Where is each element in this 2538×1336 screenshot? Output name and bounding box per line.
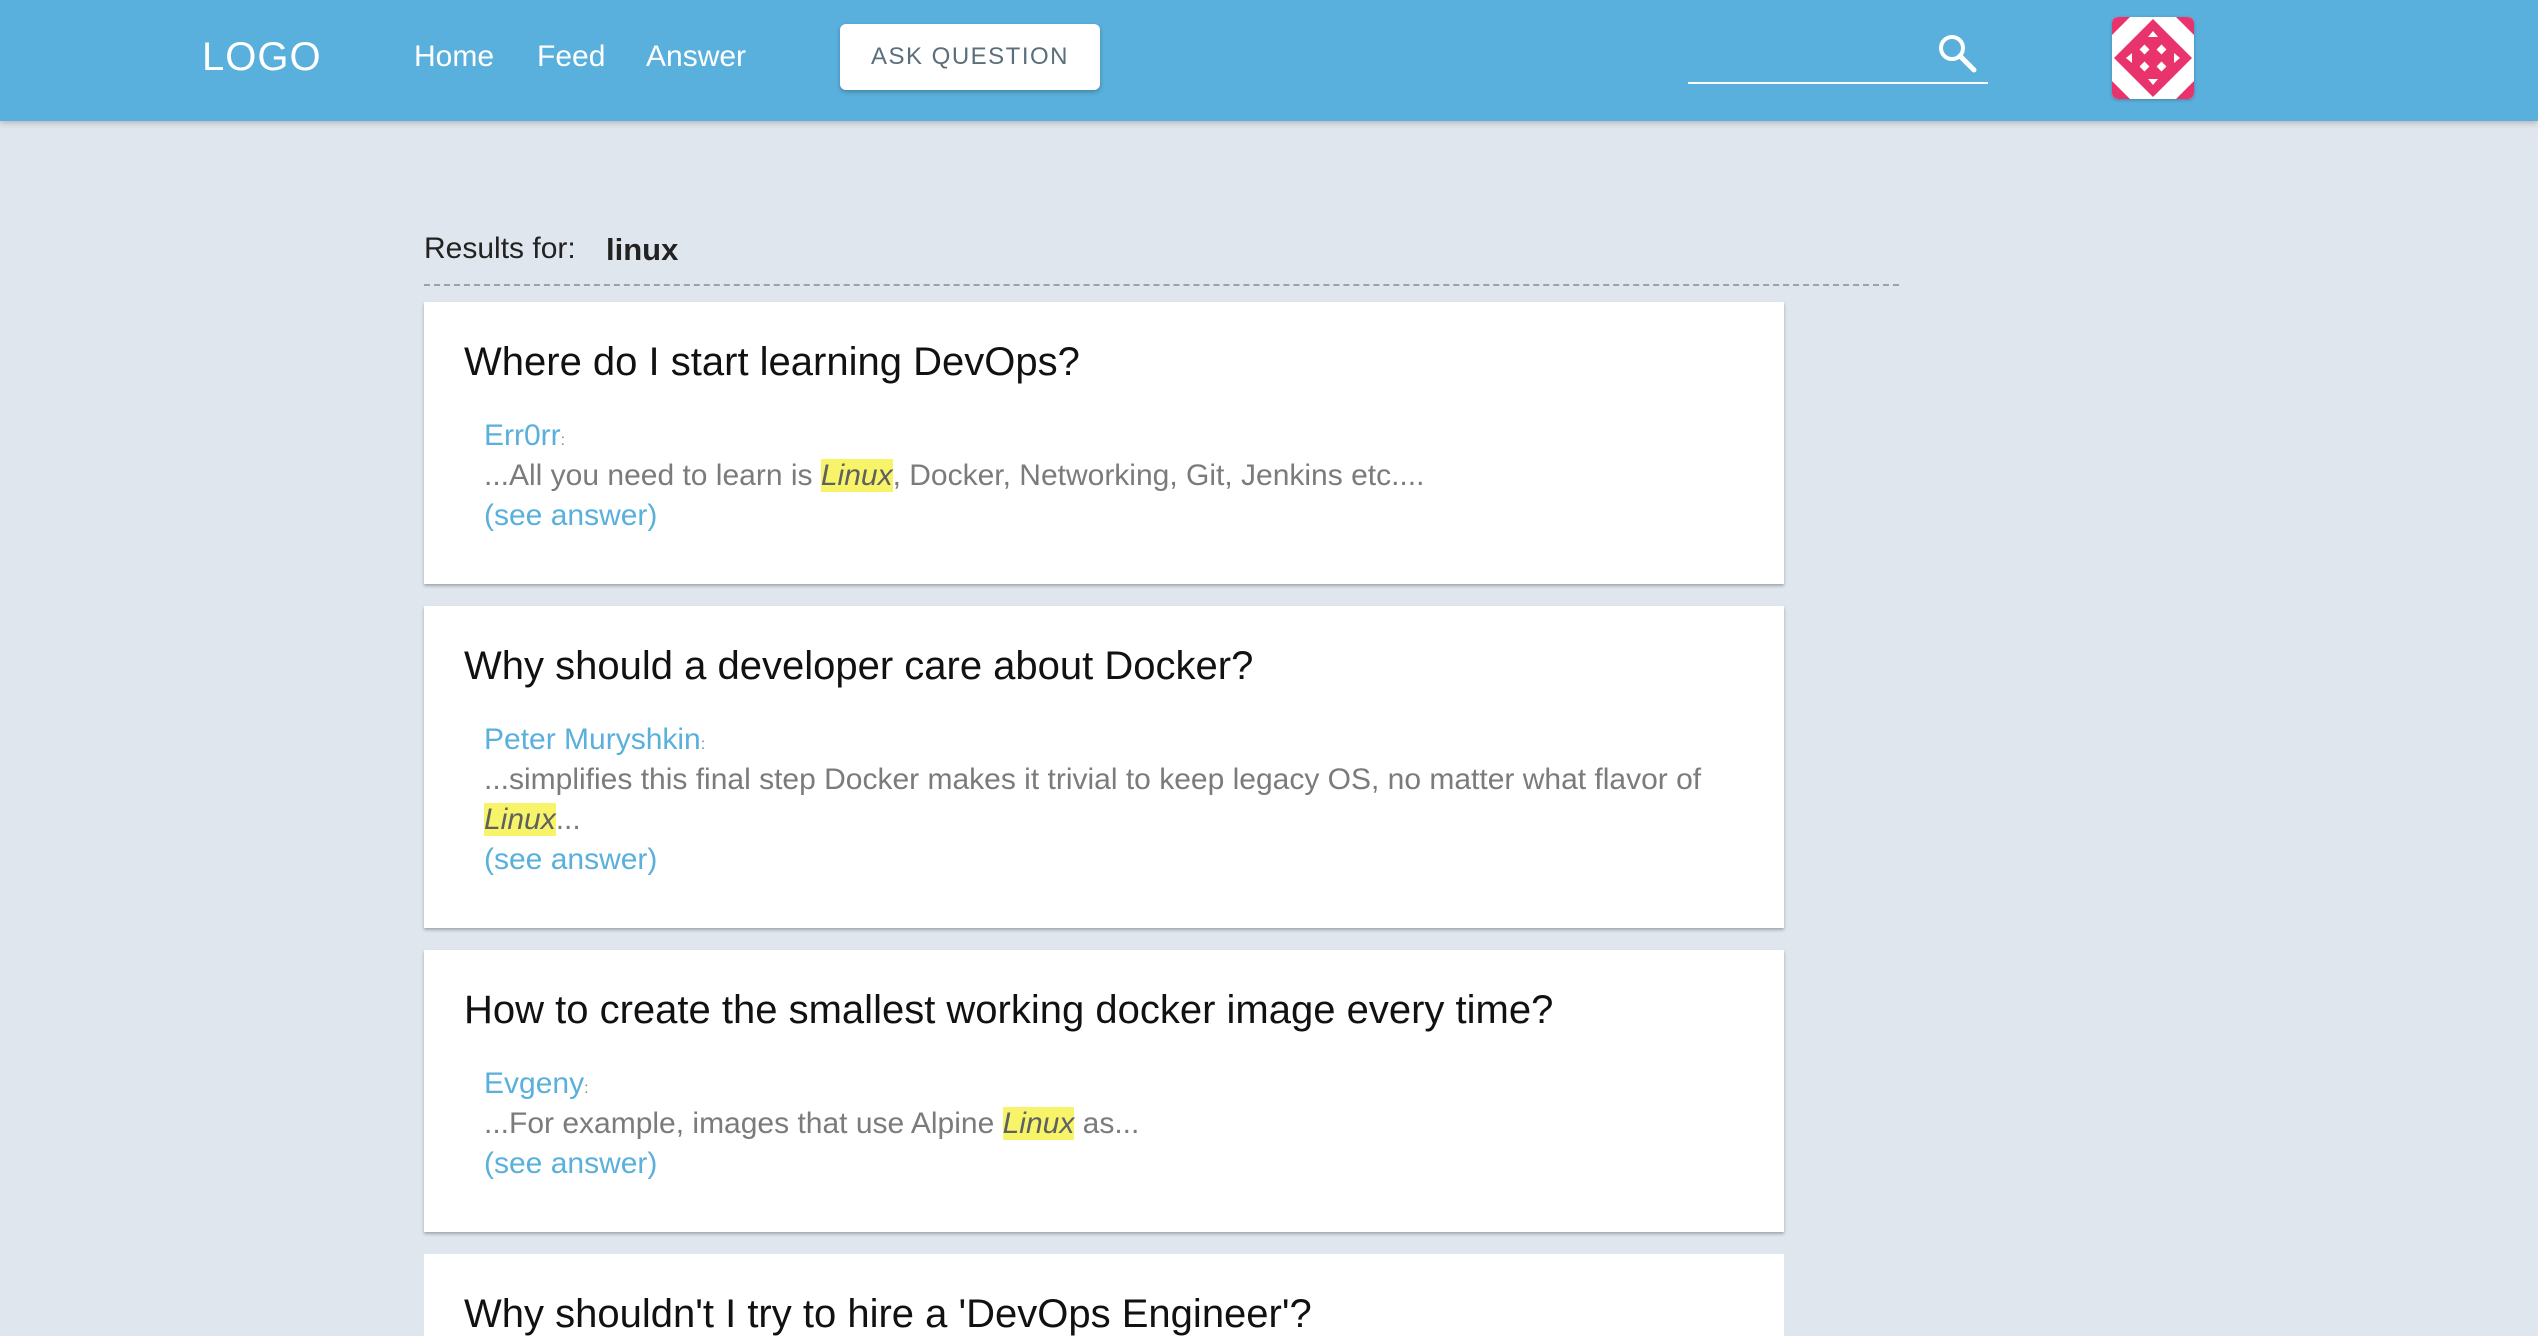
ask-question-button[interactable]: ASK QUESTION xyxy=(840,24,1100,90)
author-colon: : xyxy=(560,432,566,449)
result-card: Why shouldn't I try to hire a 'DevOps En… xyxy=(424,1254,1784,1336)
search-input[interactable] xyxy=(1688,32,1928,78)
nav-feed[interactable]: Feed xyxy=(537,38,605,76)
snippet-text-after: as... xyxy=(1074,1107,1140,1140)
nav-home[interactable]: Home xyxy=(414,38,494,76)
see-answer-link[interactable]: (see answer) xyxy=(484,1144,1724,1184)
answer-excerpt: Evgeny: ...For example, images that use … xyxy=(484,1064,1724,1184)
author-colon: : xyxy=(584,1080,589,1097)
answer-excerpt: Err0rr: ...All you need to learn is Linu… xyxy=(484,416,1724,536)
nav-answer[interactable]: Answer xyxy=(646,38,746,76)
identicon-icon xyxy=(2112,17,2194,99)
author-colon: : xyxy=(700,736,706,753)
answer-excerpt: Peter Muryshkin: ...simplifies this fina… xyxy=(484,720,1724,880)
search-highlight: Linux xyxy=(484,803,556,836)
answer-snippet: ...All you need to learn is Linux, Docke… xyxy=(484,456,1724,496)
result-card: How to create the smallest working docke… xyxy=(424,950,1784,1232)
answer-author[interactable]: Evgeny xyxy=(484,1067,584,1100)
snippet-text-before: ...All you need to learn is xyxy=(484,459,821,492)
answer-author[interactable]: Peter Muryshkin xyxy=(484,723,701,756)
question-title[interactable]: Why shouldn't I try to hire a 'DevOps En… xyxy=(464,1290,1312,1336)
search-highlight: Linux xyxy=(1002,1107,1075,1140)
see-answer-link[interactable]: (see answer) xyxy=(484,840,1724,880)
search-box xyxy=(1688,24,1988,84)
result-card: Where do I start learning DevOps? Err0rr… xyxy=(424,302,1784,584)
question-title[interactable]: Why should a developer care about Docker… xyxy=(464,642,1253,690)
answer-snippet: ...simplifies this final step Docker mak… xyxy=(484,760,1724,840)
question-title[interactable]: Where do I start learning DevOps? xyxy=(464,338,1080,386)
snippet-text-before: ...simplifies this final step Docker mak… xyxy=(484,763,1702,796)
search-highlight: Linux xyxy=(820,459,893,492)
results-label: Results for: xyxy=(424,232,576,265)
search-icon[interactable] xyxy=(1936,32,1978,74)
see-answer-link[interactable]: (see answer) xyxy=(484,496,1724,536)
top-app-bar: LOGO Home Feed Answer ASK QUESTION xyxy=(0,0,2538,121)
results-header: Results for: linux xyxy=(424,228,1899,286)
snippet-text-after: , Docker, Networking, Git, Jenkins etc..… xyxy=(892,459,1425,492)
results-query: linux xyxy=(606,232,679,267)
question-title[interactable]: How to create the smallest working docke… xyxy=(464,986,1553,1034)
result-card: Why should a developer care about Docker… xyxy=(424,606,1784,928)
answer-snippet: ...For example, images that use Alpine L… xyxy=(484,1104,1724,1144)
snippet-text-before: ...For example, images that use Alpine xyxy=(484,1107,1003,1140)
logo[interactable]: LOGO xyxy=(202,34,322,80)
answer-author[interactable]: Err0rr xyxy=(484,419,561,452)
avatar[interactable] xyxy=(2112,17,2194,99)
snippet-text-after: ... xyxy=(555,803,581,836)
